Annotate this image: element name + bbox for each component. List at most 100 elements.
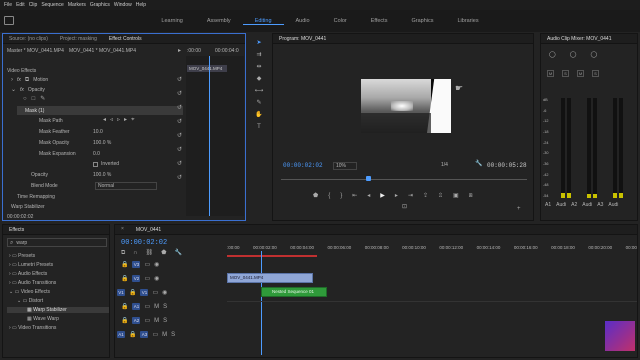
workspace-graphics[interactable]: Graphics	[399, 18, 445, 24]
step-forward-icon[interactable]: ▸	[395, 193, 398, 199]
mute-button[interactable]: M	[577, 70, 584, 77]
tab-source[interactable]: Source: (no clips)	[3, 36, 54, 42]
reset-icon[interactable]: ↺	[177, 119, 182, 125]
reset-icon[interactable]: ↺	[177, 133, 182, 139]
mini-playhead[interactable]	[209, 56, 210, 216]
effects-item-presets[interactable]: › ▭ Presets	[7, 253, 109, 259]
reset-icon[interactable]: ↺	[177, 77, 182, 83]
effects-item-audio-effects[interactable]: › ▭ Audio Effects	[7, 271, 109, 277]
expand-icon[interactable]: ›	[11, 77, 13, 83]
track-v1[interactable]: V1	[140, 289, 149, 296]
effects-search-field[interactable]: ⌕ warp	[7, 238, 107, 247]
reset-icon[interactable]: ↺	[177, 91, 182, 97]
mark-out-icon[interactable]: }	[340, 193, 342, 199]
quality-select[interactable]: 1/4	[441, 162, 448, 168]
nest-icon[interactable]: ⧉	[121, 250, 125, 256]
tab-effect-controls[interactable]: Effect Controls	[103, 36, 148, 42]
sync-lock-icon[interactable]: ▭	[152, 290, 158, 296]
ellipse-mask-icon[interactable]: ○	[23, 96, 27, 102]
lock-icon[interactable]: 🔒	[129, 290, 136, 296]
track-v2[interactable]: V2	[132, 275, 141, 282]
lock-icon[interactable]: 🔒	[121, 262, 128, 268]
track-step-fwd-icon[interactable]: ▹	[117, 117, 120, 123]
workspace-effects[interactable]: Effects	[359, 18, 400, 24]
lock-icon[interactable]: 🔒	[129, 332, 136, 338]
mask-opacity-value[interactable]: 100.0 %	[93, 140, 111, 146]
sync-lock-icon[interactable]: ▭	[144, 318, 150, 324]
mixer-title[interactable]: Audio Clip Mixer: MOV_0441	[541, 36, 617, 42]
effects-item-warp-stabilizer[interactable]: ▦ Warp Stabilizer	[7, 307, 109, 313]
mask-expansion-value[interactable]: 0.0	[93, 151, 100, 157]
workspace-libraries[interactable]: Libraries	[445, 18, 490, 24]
linked-selection-icon[interactable]: ⛓	[146, 250, 154, 256]
close-icon[interactable]: ×	[115, 227, 130, 232]
reset-icon[interactable]: ↺	[177, 147, 182, 153]
wrench-icon[interactable]: 🔧	[475, 161, 482, 167]
program-title[interactable]: Program: MOV_0441	[273, 36, 332, 42]
menu-clip[interactable]: Clip	[29, 2, 38, 8]
opacity-value[interactable]: 100.0 %	[93, 172, 111, 178]
play-icon[interactable]: ▶	[380, 193, 385, 199]
tab-project[interactable]: Project: masking	[54, 36, 103, 42]
settings-wrench-icon[interactable]: 🔧	[174, 250, 181, 256]
track-a3[interactable]: A3	[140, 331, 149, 338]
type-icon[interactable]: T	[257, 124, 261, 130]
lock-icon[interactable]: 🔒	[121, 276, 128, 282]
effects-item-video-transitions[interactable]: › ▭ Video Transitions	[7, 325, 109, 331]
row-time-remapping[interactable]: Time Remapping	[17, 194, 55, 200]
sync-lock-icon[interactable]: ▭	[144, 304, 150, 310]
program-timecode[interactable]: 00:00:02:02	[283, 162, 323, 169]
pen-icon[interactable]: ✎	[256, 100, 261, 106]
add-marker-icon[interactable]: ⬟	[161, 250, 166, 256]
inverted-checkbox[interactable]	[93, 161, 98, 167]
workspace-learning[interactable]: Learning	[149, 18, 194, 24]
button-editor-icon[interactable]: +	[517, 206, 521, 212]
lock-icon[interactable]: 🔒	[121, 318, 128, 324]
step-back-icon[interactable]: ◂	[367, 193, 370, 199]
track-method-icon[interactable]: ⌖	[131, 117, 134, 123]
solo-icon[interactable]: S	[163, 304, 167, 310]
mute-icon[interactable]: M	[162, 332, 167, 338]
track-v3[interactable]: V3	[132, 261, 141, 268]
pan-knob-icon[interactable]: ◯	[570, 52, 577, 58]
row-opacity[interactable]: Opacity	[28, 87, 45, 93]
export-frame-icon[interactable]: ▣	[453, 193, 459, 199]
program-video-frame[interactable]	[361, 79, 451, 133]
play-only-icon[interactable]: ▸	[178, 48, 181, 54]
sync-lock-icon[interactable]: ▭	[144, 276, 150, 282]
track-select-icon[interactable]: ⇉	[256, 52, 261, 58]
menu-window[interactable]: Window	[114, 2, 132, 8]
ripple-edit-icon[interactable]: ⇹	[256, 64, 261, 70]
eye-icon[interactable]: ◉	[154, 262, 159, 268]
eye-icon[interactable]: ◉	[154, 276, 159, 282]
menu-help[interactable]: Help	[136, 2, 146, 8]
workspace-assembly[interactable]: Assembly	[195, 18, 243, 24]
eye-icon[interactable]: ◉	[162, 290, 167, 296]
effects-item-video-effects[interactable]: ⌄ ▭ Video Effects	[7, 289, 109, 295]
slip-icon[interactable]: ⟷	[255, 88, 264, 94]
menu-markers[interactable]: Markers	[68, 2, 86, 8]
source-patch-a1[interactable]: A1	[117, 331, 125, 338]
program-scrubber[interactable]	[281, 176, 527, 184]
track-back-icon[interactable]: ◂	[103, 117, 106, 123]
solo-button[interactable]: S	[562, 70, 569, 77]
go-to-out-icon[interactable]: ⇥	[408, 193, 413, 199]
add-marker-icon[interactable]: ⬟	[313, 193, 318, 199]
clip-mov-0441[interactable]: MOV_0441.MP4	[227, 273, 313, 283]
mute-button[interactable]: M	[547, 70, 554, 77]
solo-icon[interactable]: S	[171, 332, 175, 338]
mask-feather-value[interactable]: 10.0	[93, 129, 103, 135]
compare-icon[interactable]: ⧈	[469, 193, 473, 199]
lift-icon[interactable]: ⇪	[423, 193, 428, 199]
selection-tool-icon[interactable]: ➤	[256, 40, 261, 46]
go-to-in-icon[interactable]: ⇤	[352, 193, 357, 199]
hand-icon[interactable]: ✋	[255, 112, 262, 118]
mask-row[interactable]: Mask (1)	[17, 106, 183, 115]
track-a2[interactable]: A2	[132, 317, 141, 324]
mute-icon[interactable]: M	[154, 318, 159, 324]
timeline-ruler[interactable]: :00:00 00:00:02:00 00:00:04:00 00:00:06:…	[227, 245, 637, 250]
effects-item-wave-warp[interactable]: ▦ Wave Warp	[7, 316, 109, 322]
mark-in-icon[interactable]: {	[328, 193, 330, 199]
menu-sequence[interactable]: Sequence	[41, 2, 64, 8]
sync-lock-icon[interactable]: ▭	[144, 262, 150, 268]
